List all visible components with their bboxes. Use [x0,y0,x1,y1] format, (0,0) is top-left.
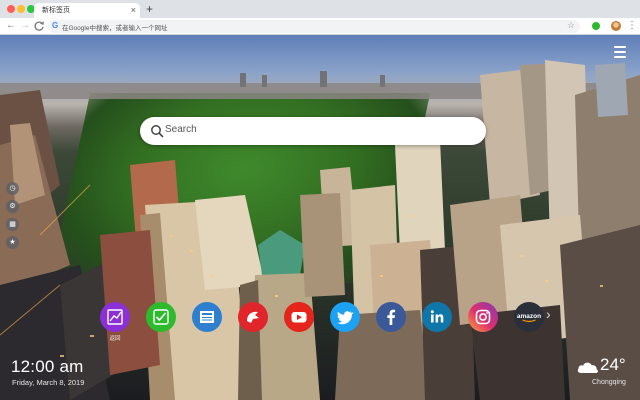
side-settings-icon[interactable]: ⚙ [6,200,19,213]
search-bar[interactable]: Search [140,117,486,145]
shortcut-row: 返回 amazon [100,302,560,342]
side-star-icon[interactable]: ★ [6,236,19,249]
shortcut-facebook-icon[interactable] [376,302,406,332]
back-icon[interactable]: ← [5,20,17,32]
temperature: 24° [600,355,626,374]
close-window-button[interactable] [7,5,15,13]
shortcut-game-icon[interactable] [238,302,268,332]
shortcut-twitter-icon[interactable] [330,302,360,332]
tab-strip: 新标签页 × + [0,0,640,18]
date: Friday, March 8, 2019 [12,378,85,387]
forward-icon[interactable]: → [19,20,31,32]
tab-new-tab[interactable]: 新标签页 × [34,3,140,18]
shortcut-instagram-icon[interactable] [468,302,498,332]
wallpaper-skyline [0,60,640,400]
cloud-icon [577,362,598,373]
city-name: Chongqing [592,379,626,386]
next-shortcuts-chevron-icon[interactable]: › [546,306,551,322]
shortcut-linkedin-icon[interactable] [422,302,452,332]
reload-icon[interactable] [33,20,45,32]
menu-icon[interactable] [614,46,628,58]
shortcut-youtube-icon[interactable] [284,302,314,332]
bookmark-star-icon[interactable]: ☆ [567,20,575,31]
city-wallpaper [0,35,640,400]
tab-close-icon[interactable]: × [131,3,136,18]
shortcut-chart-icon[interactable]: 返回 [100,302,130,342]
profile-avatar-icon[interactable] [611,21,621,31]
clock: 12:00 am [11,357,84,376]
shortcut-check-icon[interactable] [146,302,176,332]
search-icon [151,125,164,138]
address-bar[interactable]: G 在Google中搜索，或者输入一个网址 ☆ [48,20,580,33]
extension-icon[interactable] [592,22,600,30]
shortcut-news-icon[interactable] [192,302,222,332]
shortcut-amazon-icon[interactable]: amazon [514,302,544,332]
browser-toolbar: ← → G 在Google中搜索，或者输入一个网址 ☆ ⋮ [0,18,640,35]
tab-title: 新标签页 [42,7,70,14]
amazon-logo-text: amazon [516,313,542,320]
new-tab-button[interactable]: + [146,1,153,17]
browser-menu-icon[interactable]: ⋮ [627,19,637,33]
search-input[interactable]: Search [165,124,197,135]
address-placeholder: 在Google中搜索，或者输入一个网址 [62,25,168,32]
side-apps-icon[interactable]: ▦ [6,218,19,231]
side-history-icon[interactable]: ◷ [6,182,19,195]
shortcut-label: 返回 [109,336,121,342]
google-icon: G [52,21,59,30]
minimize-window-button[interactable] [17,5,25,13]
